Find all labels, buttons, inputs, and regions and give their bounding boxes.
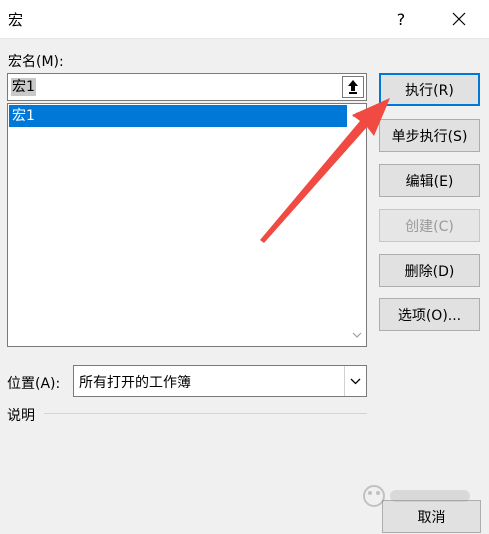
run-button[interactable]: 执行(R) — [379, 73, 480, 106]
close-button[interactable] — [436, 0, 482, 38]
scroll-up-button[interactable] — [348, 106, 366, 124]
chevron-up-icon — [352, 112, 362, 118]
step-into-button-label: 单步执行(S) — [391, 128, 468, 145]
list-item[interactable]: 宏1 — [9, 105, 347, 127]
location-value: 所有打开的工作簿 — [79, 375, 191, 391]
location-select[interactable]: 所有打开的工作簿 — [73, 365, 367, 397]
macro-name-field[interactable]: 宏1 — [7, 73, 367, 101]
list-item-label: 宏1 — [12, 108, 35, 124]
delete-button-label: 删除(D) — [404, 263, 455, 280]
delete-button[interactable]: 删除(D) — [379, 254, 480, 287]
description-label: 说明 — [7, 408, 35, 424]
chevron-down-icon — [352, 332, 362, 338]
run-button-label: 执行(R) — [405, 82, 454, 99]
window-title: 宏 — [8, 11, 24, 29]
location-label: 位置(A): — [7, 376, 61, 392]
close-icon — [452, 12, 466, 26]
location-dropdown-button[interactable] — [344, 366, 366, 396]
create-button: 创建(C) — [379, 209, 480, 242]
chevron-down-icon — [350, 378, 361, 384]
description-divider — [44, 413, 367, 414]
upload-arrow-icon — [348, 80, 358, 94]
options-button[interactable]: 选项(O)... — [379, 298, 480, 331]
title-bar: 宏 ? — [0, 0, 489, 39]
macro-name-label: 宏名(M): — [8, 54, 64, 70]
upload-button[interactable] — [342, 76, 364, 98]
macro-name-input[interactable] — [8, 74, 338, 100]
edit-button[interactable]: 编辑(E) — [379, 164, 480, 197]
create-button-label: 创建(C) — [405, 218, 454, 235]
cancel-button[interactable]: 取消 — [382, 500, 481, 533]
step-into-button[interactable]: 单步执行(S) — [379, 119, 480, 152]
cancel-button-label: 取消 — [417, 509, 446, 526]
macro-list[interactable]: 宏1 — [7, 103, 367, 347]
scroll-down-button[interactable] — [348, 326, 366, 344]
edit-button-label: 编辑(E) — [405, 173, 454, 190]
help-button[interactable]: ? — [378, 0, 424, 38]
options-button-label: 选项(O)... — [397, 307, 462, 324]
help-label: ? — [396, 9, 406, 29]
list-scrollbar[interactable] — [348, 104, 366, 346]
